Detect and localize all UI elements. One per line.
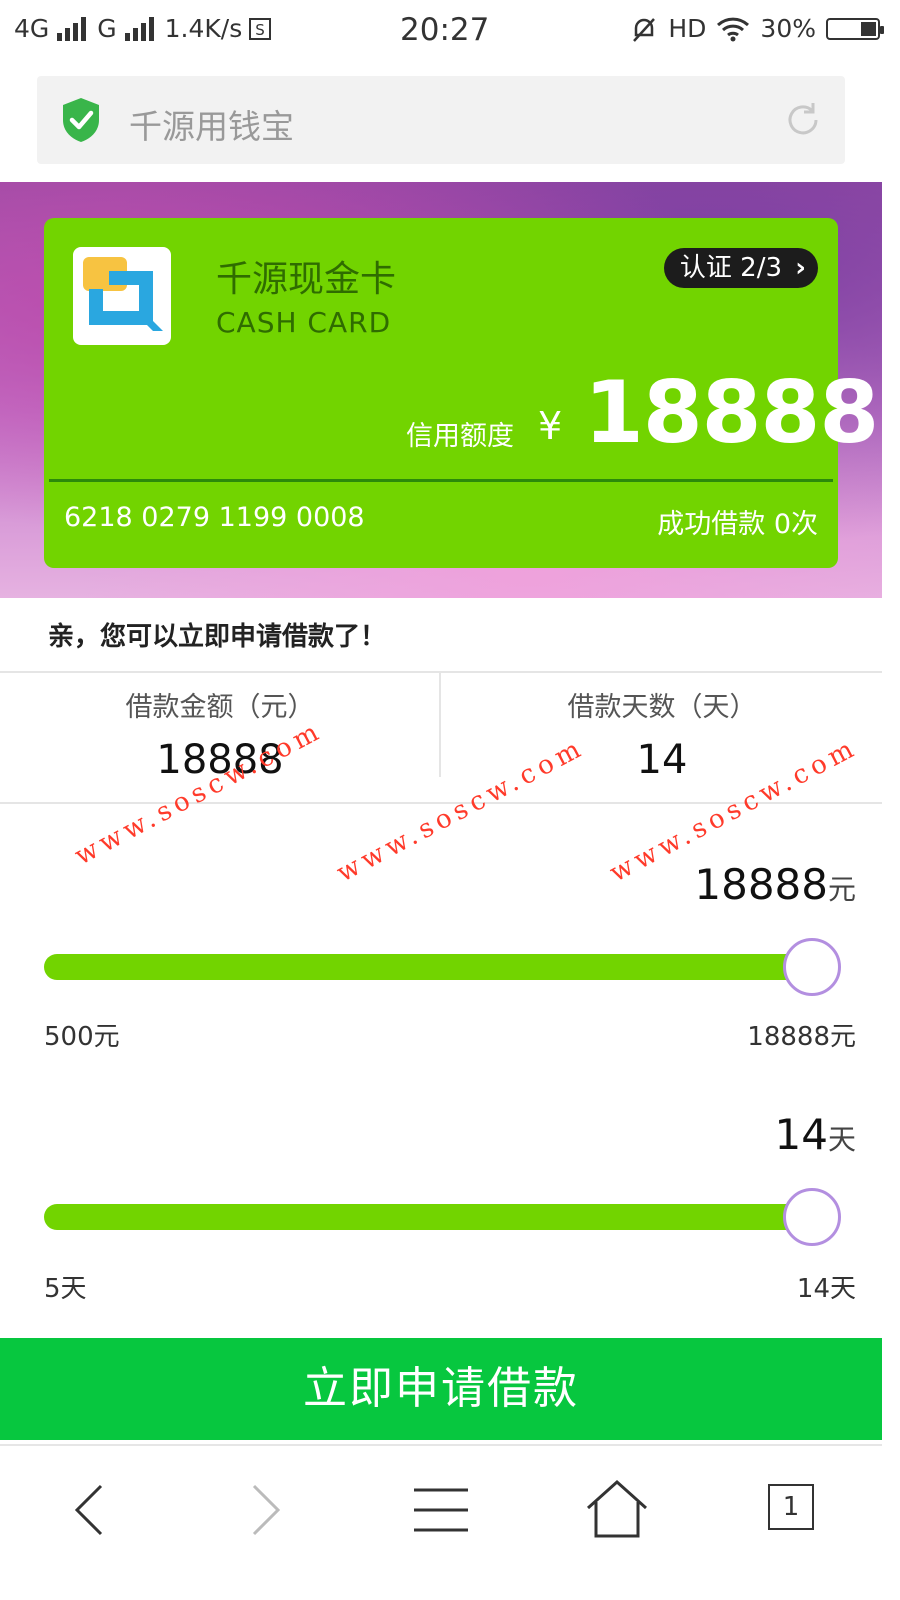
apply-loan-button[interactable]: 立即申请借款 [0, 1338, 882, 1440]
chevron-right-icon: › [795, 253, 806, 283]
days-min-label: 5天 [44, 1274, 87, 1304]
network-type-4g: 4G [14, 14, 50, 43]
back-icon[interactable] [55, 1478, 125, 1542]
network-type-g: G [97, 14, 117, 43]
card-number: 6218 0279 1199 0008 [64, 502, 365, 533]
days-slider-handle[interactable] [783, 1188, 841, 1246]
refresh-icon[interactable] [783, 100, 823, 140]
credit-limit-amount: 18888 [584, 363, 879, 463]
battery-icon [826, 17, 884, 40]
amount-min-label: 500元 [44, 1022, 120, 1052]
currency-symbol: ¥ [538, 404, 563, 448]
app-logo [73, 247, 171, 345]
forward-icon[interactable] [230, 1478, 300, 1542]
amount-slider-unit: 元 [827, 873, 856, 906]
status-right: HD 30% [630, 14, 884, 43]
address-bar[interactable]: 千源用钱宝 [37, 76, 845, 164]
browser-nav-bar: 1 [0, 1446, 882, 1600]
cash-card: 千源现金卡 CASH CARD 认证 2/3 › 信用额度 ¥ 18888 62… [44, 218, 879, 568]
signal-icon [55, 16, 91, 41]
hd-indicator: HD [668, 14, 707, 43]
tabs-button[interactable]: 1 [758, 1478, 828, 1542]
status-left: 4G G 1.4K/s S [14, 14, 272, 43]
network-speed: 1.4K/s [164, 14, 243, 43]
days-max-label: 14天 [796, 1274, 856, 1304]
hero-banner: 千源现金卡 CASH CARD 认证 2/3 › 信用额度 ¥ 18888 62… [0, 182, 882, 598]
amount-label: 借款金额（元） [125, 692, 315, 723]
card-subtitle: CASH CARD [216, 306, 392, 339]
status-bar: 4G G 1.4K/s S 20:27 HD 30% [0, 0, 900, 62]
days-slider-unit: 天 [827, 1123, 856, 1156]
verify-label: 认证 2/3 [679, 253, 782, 283]
amount-slider-handle[interactable] [783, 938, 841, 996]
credit-limit-label: 信用额度 [406, 421, 514, 452]
security-shield-icon [63, 98, 99, 142]
menu-icon[interactable] [406, 1478, 476, 1542]
home-icon[interactable] [582, 1478, 652, 1542]
success-loan-count: 成功借款 0次 [657, 509, 818, 540]
data-saver-icon: S [249, 17, 272, 40]
wifi-icon [717, 17, 750, 41]
days-slider-track[interactable] [44, 1204, 838, 1230]
card-name: 千源现金卡 [216, 259, 397, 300]
amount-slider-track[interactable] [44, 954, 838, 980]
page-title: 千源用钱宝 [129, 107, 294, 146]
logo-mark-icon [83, 257, 163, 331]
svg-text:S: S [256, 21, 266, 39]
signal-icon-2 [123, 16, 159, 41]
amount-slider-number: 18888 [694, 860, 828, 909]
clock: 20:27 [400, 12, 490, 48]
amount-max-label: 18888元 [747, 1022, 856, 1052]
card-divider [49, 479, 833, 482]
apply-prompt: 亲，您可以立即申请借款了！ [48, 622, 387, 652]
loan-summary: 借款金额（元） 18888 借款天数（天） 14 [0, 673, 882, 803]
verify-progress-button[interactable]: 认证 2/3 › [663, 248, 818, 288]
amount-slider-value: 18888元 [694, 860, 856, 909]
column-divider [439, 673, 441, 777]
days-slider-number: 14 [774, 1110, 828, 1159]
mute-bell-icon [633, 17, 656, 42]
days-label: 借款天数（天） [567, 692, 757, 723]
battery-percent: 30% [760, 14, 816, 43]
days-slider-value: 14天 [775, 1110, 856, 1159]
tab-count: 1 [768, 1484, 814, 1530]
